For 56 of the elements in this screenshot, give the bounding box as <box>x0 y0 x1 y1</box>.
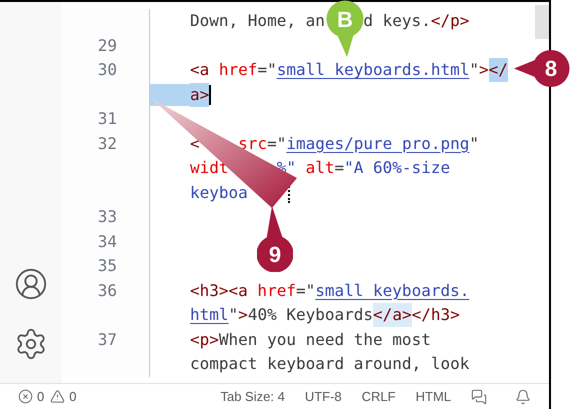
code-token: = <box>334 157 344 180</box>
code-token: </a> <box>373 303 412 328</box>
status-item[interactable]: UTF-8 <box>304 386 342 406</box>
account-icon[interactable] <box>14 267 48 301</box>
code-token: =" <box>257 59 277 82</box>
line-number: 37 <box>98 328 117 351</box>
line-number: 31 <box>98 108 117 130</box>
code-token: keyboa <box>190 182 248 204</box>
code-token: > <box>238 304 248 326</box>
error-icon[interactable] <box>18 389 33 404</box>
warning-count[interactable]: 0 <box>69 386 76 406</box>
text-cursor <box>209 84 212 105</box>
code-token: " <box>228 304 238 326</box>
code-token: small_keyboards.html <box>276 59 470 82</box>
code-token: > <box>479 59 489 82</box>
notification-icon[interactable] <box>515 388 531 404</box>
feedback-icon[interactable] <box>471 388 487 404</box>
line-number: 30 <box>98 59 117 82</box>
line-number: 32 <box>98 132 117 155</box>
code-token: widt <box>190 157 229 180</box>
line-number: 29 <box>98 34 117 57</box>
scrollbar-thumb[interactable] <box>535 5 549 39</box>
code-token: compact keyboard around, look <box>190 353 470 376</box>
code-token: <p> <box>190 328 219 351</box>
line-number: 36 <box>98 280 117 302</box>
code-token: =" <box>296 280 316 302</box>
code-token: </p> <box>430 10 470 32</box>
code-token: images/pure_pro.png <box>286 132 470 155</box>
code-token: </h3> <box>412 304 460 326</box>
error-count[interactable]: 0 <box>37 386 44 406</box>
code-token: </ <box>488 58 508 82</box>
code-token: href <box>256 280 296 302</box>
code-token: alt <box>304 157 334 180</box>
code-token: " <box>469 132 480 155</box>
code-token: 40% Keyboards <box>248 304 374 326</box>
code-token: " <box>469 59 479 82</box>
code-token: Down, Home, an <box>190 10 325 32</box>
status-item[interactable]: HTML <box>416 386 451 406</box>
code-token: html <box>190 304 229 326</box>
status-item[interactable]: CRLF <box>362 386 396 406</box>
code-token: =" <box>267 132 286 155</box>
code-token: When you need the most <box>218 328 431 351</box>
line-number: 33 <box>98 206 117 228</box>
code-token: a> <box>190 82 210 107</box>
code-token: href <box>218 59 258 82</box>
line-number: 35 <box>98 255 117 278</box>
code-token: < <box>190 132 200 155</box>
code-token: <h3><a <box>190 280 248 302</box>
warning-icon[interactable] <box>50 389 66 404</box>
line-number: 34 <box>98 230 117 253</box>
code-token: src <box>238 132 268 155</box>
code-token: "A 60%-size <box>344 157 450 180</box>
code-token: small_keyboards. <box>315 280 470 302</box>
status-item[interactable]: Tab Size: 4 <box>220 386 285 406</box>
code-token: <a <box>190 59 210 82</box>
code-token: d keys. <box>363 10 431 32</box>
